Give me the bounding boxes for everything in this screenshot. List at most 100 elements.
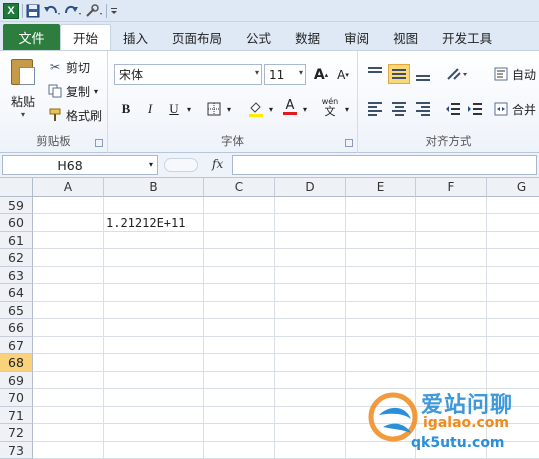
row-header[interactable]: 60	[0, 214, 33, 232]
row-header[interactable]: 70	[0, 389, 33, 407]
column-header-c[interactable]: C	[204, 178, 275, 197]
save-icon[interactable]	[26, 2, 40, 20]
wrap-text-button[interactable]: 自动	[494, 64, 536, 84]
ribbon-tabs: 文件 开始 插入 页面布局 公式 数据 审阅 视图 开发工具	[0, 22, 539, 50]
paste-icon	[9, 57, 37, 87]
row-header[interactable]: 69	[0, 372, 33, 389]
row-header-selected[interactable]: 68	[0, 354, 33, 372]
select-all-corner[interactable]	[0, 178, 33, 197]
gridline	[33, 213, 539, 214]
row-header[interactable]: 63	[0, 267, 33, 284]
paste-button[interactable]: 粘贴 ▾	[6, 57, 40, 119]
fill-color-button[interactable]	[246, 99, 266, 119]
merge-icon	[494, 102, 508, 116]
cell-b60[interactable]: 1.21212E+11	[106, 216, 185, 230]
tab-page-layout[interactable]: 页面布局	[160, 24, 234, 50]
chevron-down-icon: ▾	[298, 68, 303, 77]
wrap-text-label: 自动	[512, 67, 537, 82]
font-color-button[interactable]: A	[280, 97, 300, 117]
format-painter-button[interactable]: 格式刷	[48, 105, 102, 125]
column-header-g[interactable]: G	[487, 178, 539, 197]
align-top-button[interactable]	[364, 64, 386, 84]
function-icon[interactable]: fx	[212, 157, 223, 171]
name-box[interactable]: H68 ▾	[2, 155, 158, 175]
row-header[interactable]: 62	[0, 249, 33, 267]
formula-bar-resize-handle[interactable]	[164, 158, 198, 172]
column-header-a[interactable]: A	[33, 178, 104, 197]
column-header-f[interactable]: F	[416, 178, 487, 197]
align-middle-button[interactable]	[388, 64, 410, 84]
align-bottom-button[interactable]	[412, 64, 434, 84]
tab-view[interactable]: 视图	[381, 24, 430, 50]
font-name-select[interactable]: 宋体 ▾	[114, 64, 262, 85]
gridline	[33, 266, 539, 267]
gridline	[33, 336, 539, 337]
redo-icon[interactable]	[64, 2, 82, 20]
bold-button[interactable]: B	[116, 99, 136, 119]
tab-home[interactable]: 开始	[60, 24, 112, 50]
shrink-font-button[interactable]: A ▾	[334, 65, 352, 85]
row-header[interactable]: 59	[0, 197, 33, 214]
clipboard-group: 粘贴 ▾ ✂ 剪切 复制 ▾ 格式刷 剪贴板	[0, 51, 108, 153]
font-color-dropdown-icon[interactable]: ▾	[300, 99, 310, 119]
underline-dropdown-icon[interactable]: ▾	[184, 99, 194, 119]
formula-bar: H68 ▾ fx	[0, 153, 539, 178]
tab-review[interactable]: 审阅	[332, 24, 381, 50]
decrease-indent-button[interactable]	[442, 99, 464, 119]
merge-center-button[interactable]: 合并	[494, 99, 536, 119]
gridline	[274, 197, 275, 459]
chevron-down-icon[interactable]: ▾	[149, 160, 153, 169]
underline-button[interactable]: U	[164, 99, 184, 119]
tab-formulas[interactable]: 公式	[234, 24, 283, 50]
row-header[interactable]: 73	[0, 442, 33, 459]
phonetic-button[interactable]: wén 文	[318, 97, 342, 117]
align-left-button[interactable]	[364, 99, 386, 119]
column-header-e[interactable]: E	[346, 178, 416, 197]
customize-icon[interactable]	[110, 2, 118, 20]
align-right-button[interactable]	[412, 99, 434, 119]
row-header[interactable]: 66	[0, 319, 33, 337]
font-size-value: 11	[269, 67, 285, 82]
worksheet-grid[interactable]: A B C D E F G 59 60 61 62 63 64 65 66 67…	[0, 178, 539, 459]
tab-insert[interactable]: 插入	[111, 24, 160, 50]
column-header-b[interactable]: B	[104, 178, 204, 197]
font-color-bar	[283, 111, 297, 115]
tab-developer[interactable]: 开发工具	[430, 24, 504, 50]
tab-data[interactable]: 数据	[283, 24, 332, 50]
row-header[interactable]: 71	[0, 407, 33, 424]
row-header[interactable]: 65	[0, 302, 33, 319]
gridline	[33, 248, 539, 249]
orientation-button[interactable]	[444, 64, 470, 84]
borders-dropdown-icon[interactable]: ▾	[224, 99, 234, 119]
cut-button[interactable]: ✂ 剪切	[48, 57, 90, 77]
undo-icon[interactable]	[43, 2, 61, 20]
copy-button[interactable]: 复制 ▾	[48, 81, 98, 101]
phonetic-dropdown-icon[interactable]: ▾	[342, 99, 352, 119]
tab-file[interactable]: 文件	[3, 24, 60, 50]
tools-icon[interactable]	[85, 2, 103, 20]
copy-dropdown-icon[interactable]: ▾	[94, 87, 98, 96]
increase-indent-button[interactable]	[464, 99, 486, 119]
row-header[interactable]: 64	[0, 284, 33, 302]
row-header[interactable]: 67	[0, 337, 33, 354]
borders-button[interactable]	[204, 99, 224, 119]
clipboard-group-label: 剪贴板	[36, 134, 71, 148]
column-header-d[interactable]: D	[275, 178, 346, 197]
format-painter-label: 格式刷	[66, 108, 103, 123]
font-size-select[interactable]: 11 ▾	[264, 64, 306, 85]
formula-input[interactable]	[232, 155, 537, 175]
clipboard-launcher-icon[interactable]	[95, 139, 103, 147]
copy-icon	[48, 84, 62, 98]
font-launcher-icon[interactable]	[345, 139, 353, 147]
align-center-button[interactable]	[388, 99, 410, 119]
grow-font-button[interactable]: A ▴	[312, 65, 330, 85]
font-name-value: 宋体	[119, 68, 144, 82]
row-header[interactable]: 61	[0, 232, 33, 249]
italic-button[interactable]: I	[140, 99, 160, 119]
fill-dropdown-icon[interactable]: ▾	[266, 99, 276, 119]
name-box-value: H68	[57, 157, 83, 173]
excel-icon[interactable]: X	[3, 2, 19, 19]
paste-dropdown-icon[interactable]: ▾	[6, 110, 40, 119]
borders-icon	[207, 102, 221, 116]
row-header[interactable]: 72	[0, 424, 33, 442]
